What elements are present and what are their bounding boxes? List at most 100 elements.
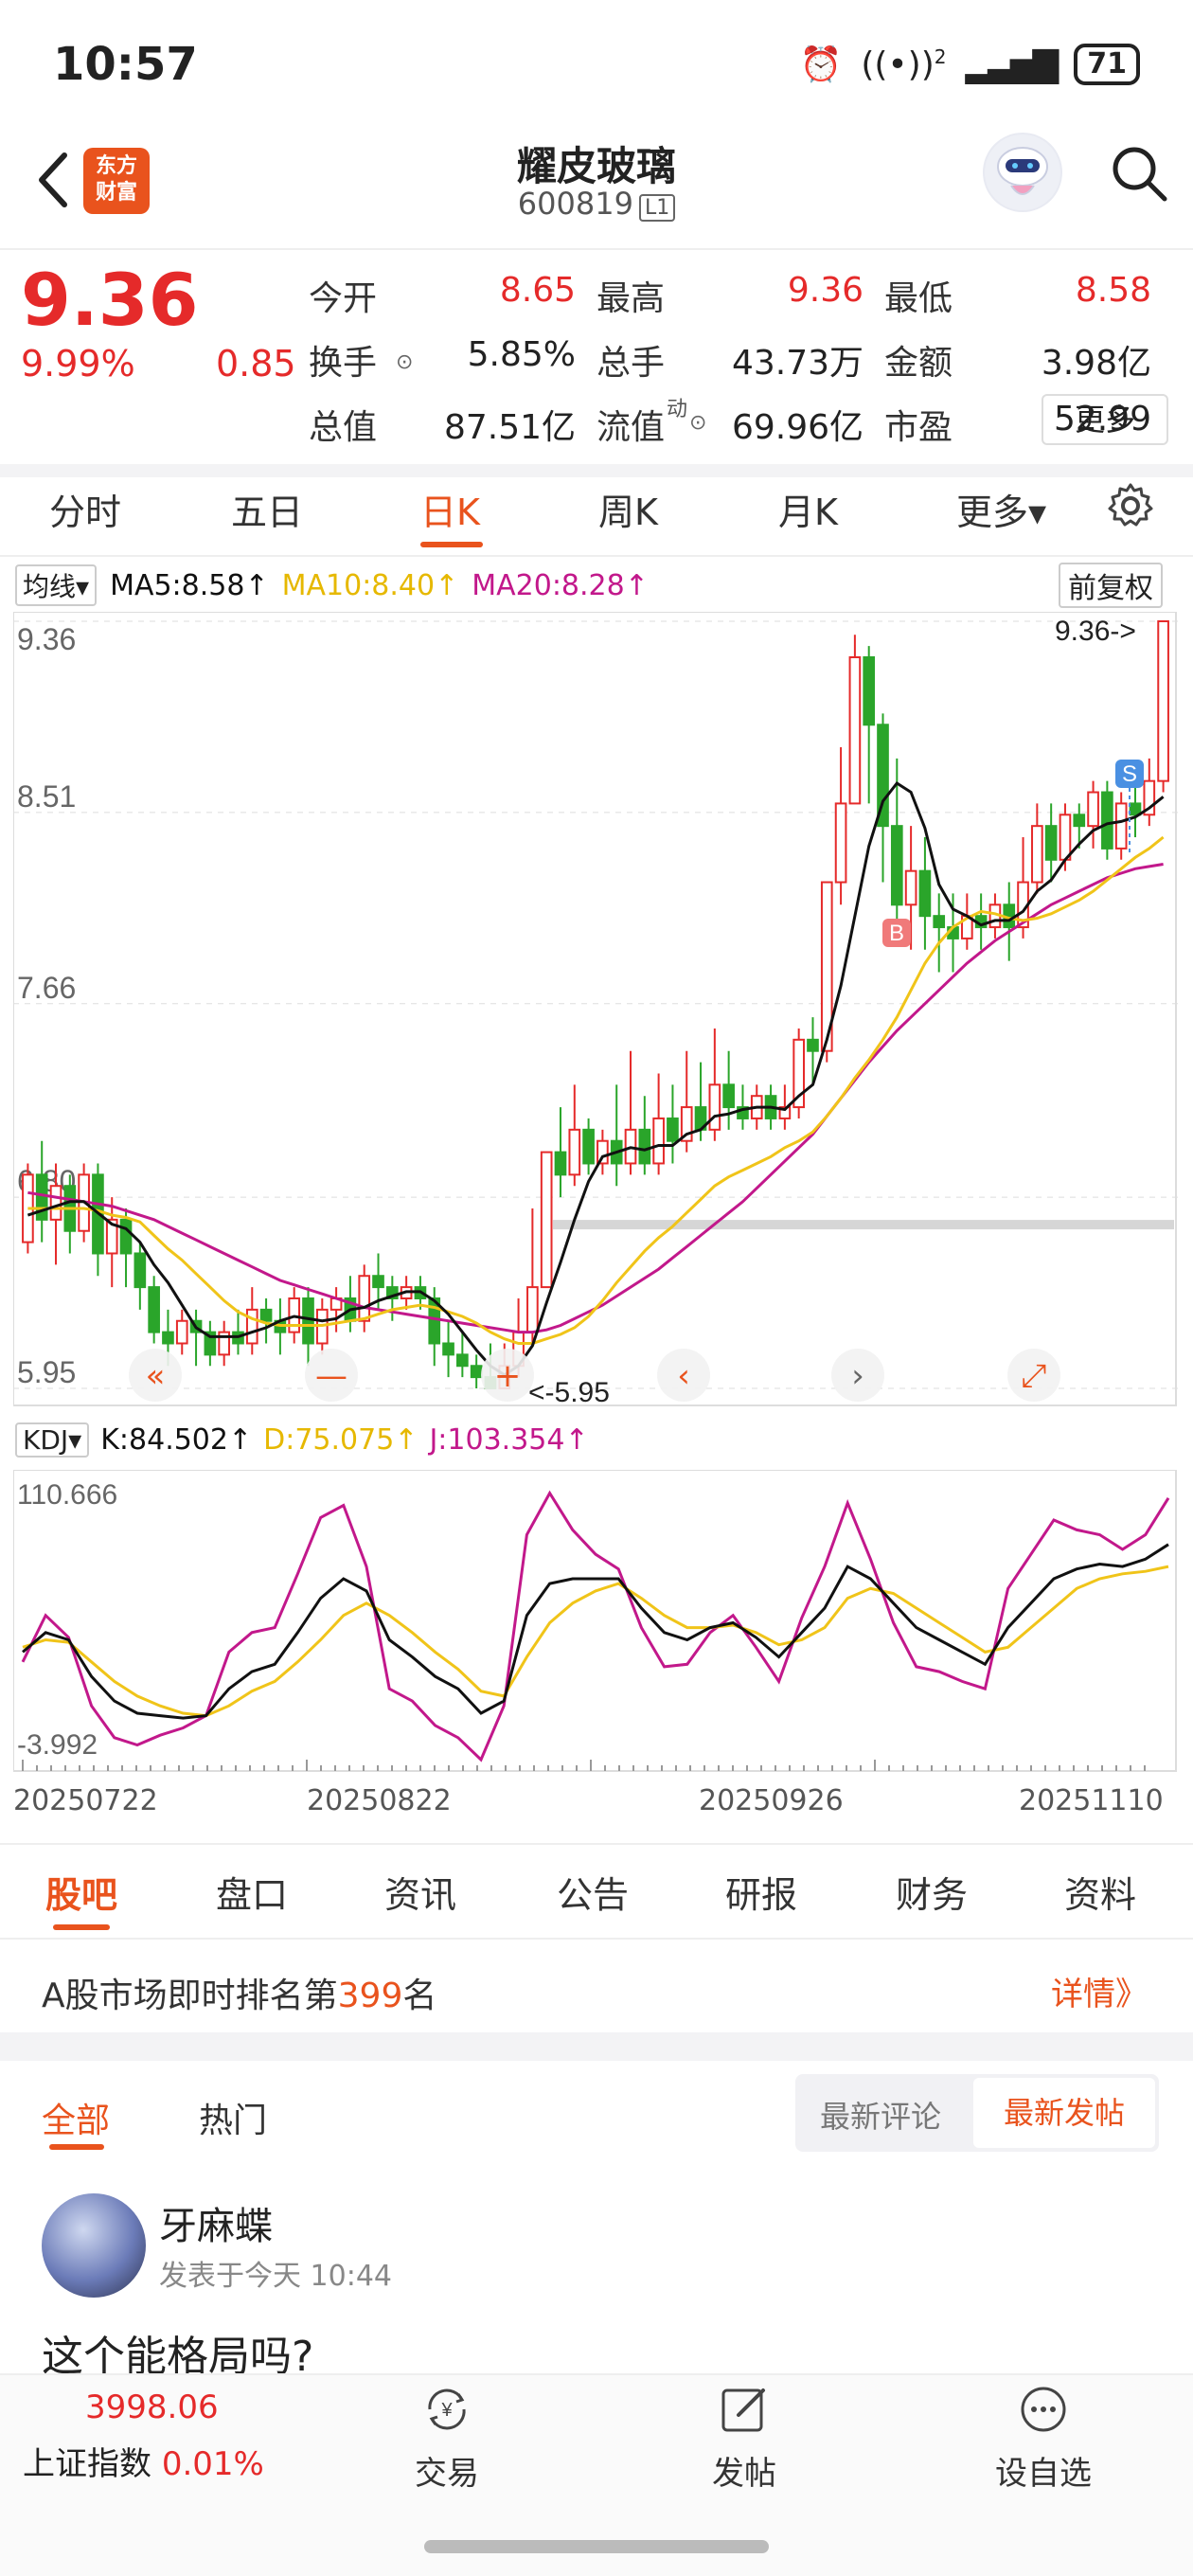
kdj-y-max: 110.666 xyxy=(17,1479,117,1511)
quote-label: 市盈 xyxy=(884,408,953,447)
quote-label: 最高 xyxy=(596,279,666,318)
period-tab[interactable]: 更多▾ xyxy=(956,483,1046,535)
svg-text:⤢: ⤢ xyxy=(1021,1357,1046,1395)
new-post-button[interactable]: 发帖 xyxy=(668,2383,820,2494)
svg-text:›: › xyxy=(851,1357,864,1395)
indicator-selector[interactable]: 均线▾ xyxy=(15,564,98,606)
sort-latest-comment[interactable]: 最新评论 xyxy=(820,2093,941,2137)
svg-text:S: S xyxy=(1122,761,1137,787)
candle xyxy=(792,1028,806,1118)
candle xyxy=(92,1163,104,1277)
candle xyxy=(638,1096,651,1175)
level-badge: L1 xyxy=(638,194,676,222)
sell-marker[interactable]: S xyxy=(1115,760,1144,788)
post-username[interactable]: 牙麻蝶 xyxy=(159,2195,273,2250)
quote-label: 流值 xyxy=(596,408,666,447)
status-time: 10:57 xyxy=(53,38,198,91)
change-amount: 0.85 xyxy=(216,343,296,385)
edit-icon xyxy=(721,2388,765,2432)
y-tick-label: 8.51 xyxy=(17,779,76,814)
date-label-1: 20250722 xyxy=(13,1784,158,1817)
period-tab[interactable]: 月K xyxy=(778,483,838,535)
candle xyxy=(63,1174,77,1254)
period-tab[interactable]: 日K xyxy=(420,483,480,535)
svg-text:+: + xyxy=(494,1357,522,1395)
svg-text:B: B xyxy=(889,921,904,946)
date-label-3: 20250926 xyxy=(699,1784,844,1817)
candle xyxy=(933,893,946,973)
y-tick-label: 5.95 xyxy=(17,1355,76,1389)
quote-label: 换手 xyxy=(309,344,378,383)
svg-text:«: « xyxy=(146,1357,166,1395)
assistant-robot-icon[interactable] xyxy=(983,133,1062,212)
quote-value: 9.36 xyxy=(787,271,864,310)
search-icon[interactable] xyxy=(1106,140,1172,206)
post-label: 发帖 xyxy=(712,2455,776,2493)
zoom-in-icon[interactable]: + xyxy=(481,1349,534,1402)
section-tab[interactable]: 研报 xyxy=(725,1866,797,1918)
quote-label: 最低 xyxy=(884,279,953,318)
candle xyxy=(582,1118,595,1175)
section-tab[interactable]: 资讯 xyxy=(384,1866,456,1918)
section-tab[interactable]: 财务 xyxy=(896,1866,968,1918)
high-annotation: 9.36-> xyxy=(1055,616,1136,647)
candle xyxy=(848,635,862,805)
svg-text:¥: ¥ xyxy=(440,2400,453,2421)
kdj-selector[interactable]: KDJ▾ xyxy=(15,1422,90,1458)
low-annotation: <-5.95 xyxy=(528,1377,610,1407)
candle xyxy=(722,1050,735,1130)
add-watchlist-button[interactable]: 设自选 xyxy=(968,2383,1119,2494)
buy-marker[interactable]: B xyxy=(882,919,911,947)
header-divider xyxy=(0,248,1193,250)
support-band xyxy=(553,1220,1174,1230)
zoom-out-icon[interactable]: — xyxy=(305,1349,358,1402)
prev-icon[interactable]: ‹ xyxy=(657,1349,710,1402)
date-label-4: 20251110 xyxy=(1019,1784,1164,1817)
add-watchlist-label: 设自选 xyxy=(995,2455,1092,2493)
quote-value: 43.73万 xyxy=(731,344,864,383)
candlestick-chart[interactable]: 9.368.517.666.805.959.36-><-5.95BS«—+‹›⤢ xyxy=(13,612,1178,1407)
index-name: 上证指数 xyxy=(23,2445,151,2483)
expand-icon[interactable]: ⤢ xyxy=(1007,1349,1060,1402)
section-tab[interactable]: 资料 xyxy=(1064,1866,1136,1918)
next-icon[interactable]: › xyxy=(831,1349,884,1402)
candle xyxy=(134,1242,147,1310)
quote-label: 总手 xyxy=(596,344,666,383)
trade-button[interactable]: ¥ 交易 xyxy=(371,2383,523,2494)
section-tab[interactable]: 公告 xyxy=(557,1866,629,1918)
quote-value: 87.51亿 xyxy=(443,408,576,447)
gear-icon[interactable] xyxy=(1106,481,1155,530)
candle xyxy=(596,1129,609,1175)
avatar[interactable] xyxy=(42,2193,146,2298)
ma10-line xyxy=(27,835,1165,1345)
hotspot-icon: ((•))2 xyxy=(861,45,947,84)
battery-indicator: 71 xyxy=(1074,44,1140,85)
adjust-selector[interactable]: 前复权 xyxy=(1059,563,1163,608)
kdj-y-min: -3.992 xyxy=(17,1729,98,1761)
rank-detail-link[interactable]: 详情》 xyxy=(1051,1968,1148,2014)
index-line[interactable]: 上证指数 0.01% xyxy=(23,2438,264,2484)
candle xyxy=(204,1320,217,1367)
ma5-label: MA5:8.58↑ xyxy=(110,568,269,602)
sort-latest-post[interactable]: 最新发帖 xyxy=(973,2078,1155,2148)
section-tab[interactable]: 股吧 xyxy=(45,1866,117,1918)
feed-tab-hot[interactable]: 热门 xyxy=(199,2093,267,2142)
period-tab[interactable]: 五日 xyxy=(231,483,303,535)
feed-tab-all[interactable]: 全部 xyxy=(42,2093,110,2142)
candle xyxy=(834,747,847,905)
period-tab[interactable]: 分时 xyxy=(49,483,121,535)
kdj-chart[interactable]: 110.666 -3.992 xyxy=(13,1470,1178,1773)
section-tab[interactable]: 盘口 xyxy=(216,1866,288,1918)
candle xyxy=(218,1320,231,1367)
quote-value: 5.85% xyxy=(467,335,576,374)
post-time: 发表于今天 10:44 xyxy=(159,2260,392,2293)
home-indicator[interactable] xyxy=(424,2540,769,2553)
stock-code: 600819 xyxy=(517,186,633,222)
svg-text:—: — xyxy=(315,1357,347,1395)
fast-back-icon[interactable]: « xyxy=(129,1349,182,1402)
candle xyxy=(358,1264,371,1333)
hotspot-label: 2 xyxy=(934,45,947,68)
quote-label: 总值 xyxy=(309,408,378,447)
index-value[interactable]: 3998.06 xyxy=(85,2388,219,2426)
period-tab[interactable]: 周K xyxy=(598,483,658,535)
